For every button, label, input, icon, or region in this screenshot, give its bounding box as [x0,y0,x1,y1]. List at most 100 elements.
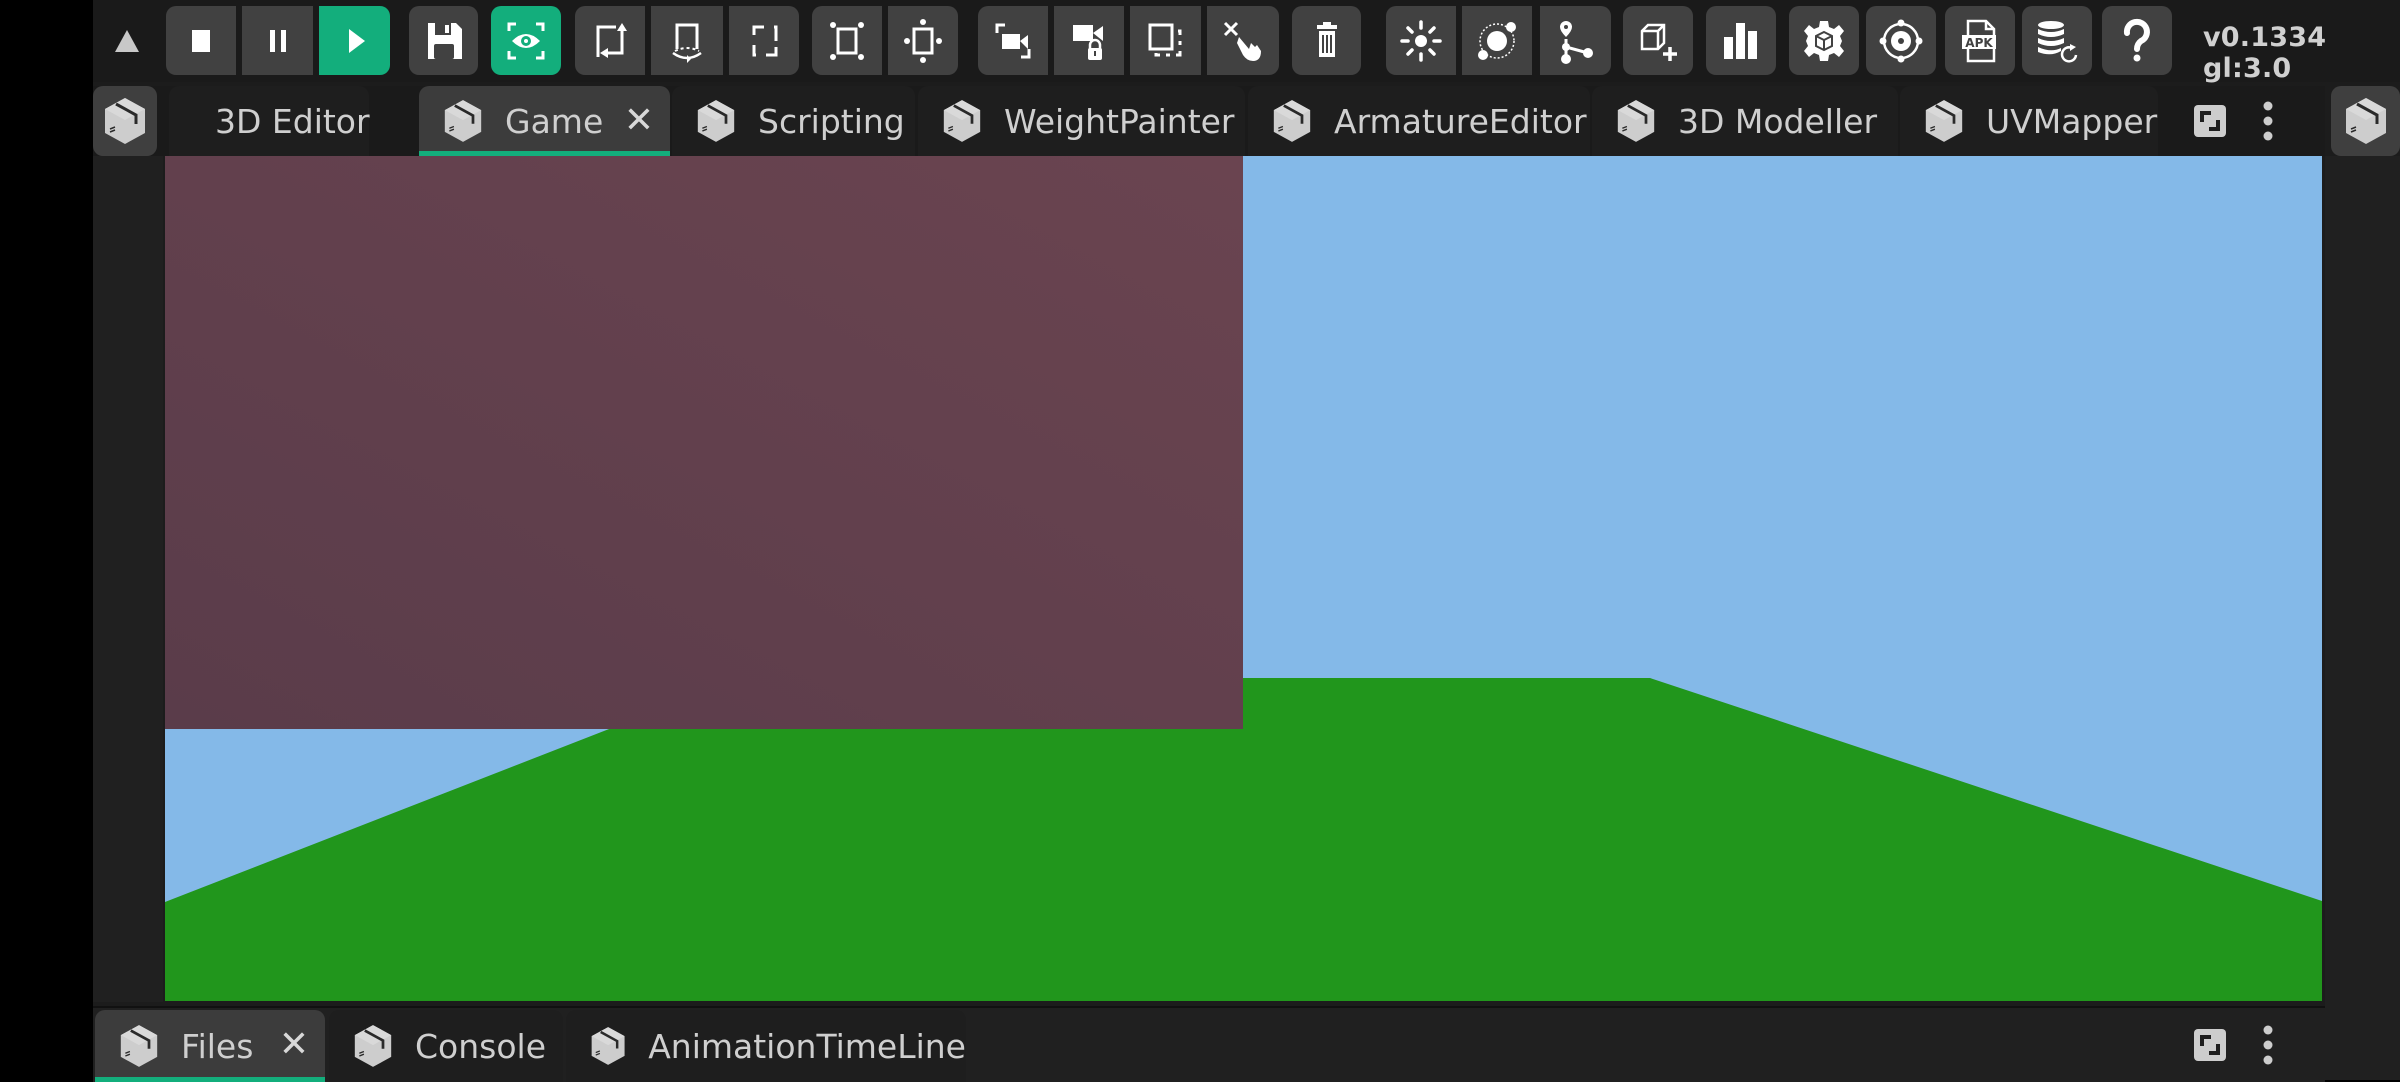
cube-add-icon [1640,23,1677,61]
tab-scripting[interactable]: Scripting [672,86,915,156]
package-icon [353,1023,393,1069]
package-icon [2344,96,2387,146]
camera-lock-button[interactable] [1054,6,1124,75]
tab-3d-modeller[interactable]: 3D Modeller [1592,86,1898,156]
stop-icon [192,29,210,52]
add-object-button[interactable] [1623,6,1693,75]
orbit-button[interactable] [1462,6,1532,75]
vertical-dots-icon [2263,1025,2273,1065]
app-window: APK v0.1334 gl:3.0 3D Editor Game ✕ Scri… [93,0,2400,1082]
maximize-icon [2194,105,2226,137]
question-mark-icon [2123,18,2150,61]
left-panel-toggle-button[interactable] [93,86,157,156]
apk-file-icon: APK [1962,19,1996,62]
pause-button[interactable] [242,6,313,75]
tab-uvmapper[interactable]: UVMapper [1900,86,2158,156]
maximize-panel-button[interactable] [2193,1028,2227,1062]
more-options-button[interactable] [2258,1024,2278,1066]
package-icon [119,1023,159,1069]
top-tab-bar: 3D Editor Game ✕ Scripting WeightPainter… [93,86,2325,156]
package-icon [1616,98,1656,144]
maximize-icon [2194,1029,2226,1061]
delete-button[interactable] [1292,6,1361,75]
object-settings-button[interactable] [1789,6,1859,75]
graph-nodes-icon [1559,20,1593,64]
bottom-tab-bar: Files ✕ Console AnimationTimeLine [93,1006,2325,1082]
close-icon[interactable]: ✕ [624,100,654,141]
save-button[interactable] [409,6,478,75]
stop-button[interactable] [166,6,236,75]
triangle-up-icon[interactable] [115,30,139,52]
global-settings-button[interactable] [1866,6,1936,75]
package-icon [590,1025,626,1067]
tab-animationtimeline[interactable]: AnimationTimeLine [566,1010,966,1082]
bar-chart-icon [1724,22,1757,59]
right-side-panel [2325,156,2400,1080]
game-viewport[interactable] [165,156,2322,1001]
frame-rotate-icon [596,22,627,58]
camera-lock-icon [1073,24,1103,60]
reset-transform-button[interactable] [575,6,645,75]
wall-box [165,156,1243,729]
package-icon [1924,98,1964,144]
package-icon [696,98,736,144]
path-graph-button[interactable] [1540,6,1611,75]
target-gear-icon [1879,19,1923,62]
floppy-disk-icon [427,22,462,59]
move-handles-icon [904,18,942,63]
touch-cross-icon [1223,21,1261,61]
database-refresh-button[interactable] [2022,6,2092,75]
package-icon [103,96,147,146]
tab-label: 3D Editor [215,101,370,141]
main-toolbar: APK v0.1334 gl:3.0 [93,0,2400,84]
tab-files[interactable]: Files ✕ [95,1010,325,1082]
tab-game[interactable]: Game ✕ [419,86,670,156]
tab-label: 3D Modeller [1678,101,1878,141]
package-icon [1272,98,1312,144]
svg-text:APK: APK [1965,36,1993,50]
tab-label: UVMapper [1986,101,2158,141]
play-button[interactable] [319,6,390,75]
stats-button[interactable] [1706,6,1776,75]
tab-console[interactable]: Console [329,1010,563,1082]
package-icon [942,98,982,144]
tab-3d-editor[interactable]: 3D Editor [169,86,370,156]
tab-label: WeightPainter [1004,101,1235,141]
trash-icon [1316,21,1337,57]
tab-label: Console [415,1026,547,1066]
frame-brackets-button[interactable] [729,6,799,75]
right-panel-toggle-button[interactable] [2331,86,2400,156]
view-toggle-button[interactable] [491,6,561,75]
touch-delete-button[interactable] [1207,6,1279,75]
rotate-around-button[interactable] [651,6,723,75]
version-label: v0.1334 gl:3.0 [2203,22,2327,84]
build-apk-button[interactable]: APK [1945,6,2015,75]
package-icon [443,98,483,144]
orbit-icon [1478,21,1516,60]
scale-handles-button[interactable] [812,6,882,75]
pause-icon [269,29,286,52]
dashed-select-icon [1148,23,1181,56]
select-region-button[interactable] [1130,6,1201,75]
orbit-rotate-icon [672,23,702,63]
move-handles-button[interactable] [888,6,958,75]
camera-frame-button[interactable] [978,6,1048,75]
eye-frame-icon [507,22,545,59]
close-icon[interactable]: ✕ [279,1024,309,1065]
tab-label: Game [505,101,604,141]
scene-render [165,156,2322,1001]
sun-icon [1400,19,1442,62]
tab-weightpainter[interactable]: WeightPainter [918,86,1245,156]
tab-label: Files [181,1026,254,1066]
more-options-button[interactable] [2258,100,2278,142]
scale-handles-icon [830,21,864,60]
maximize-panel-button[interactable] [2193,104,2227,138]
left-side-panel [93,156,163,1002]
tab-label: ArmatureEditor [1334,101,1587,141]
tab-label: Scripting [758,101,905,141]
help-button[interactable] [2102,6,2172,75]
database-refresh-icon [2038,20,2078,63]
gear-cube-icon [1804,20,1844,61]
light-button[interactable] [1386,6,1456,75]
tab-armatureeditor[interactable]: ArmatureEditor [1248,86,1590,156]
